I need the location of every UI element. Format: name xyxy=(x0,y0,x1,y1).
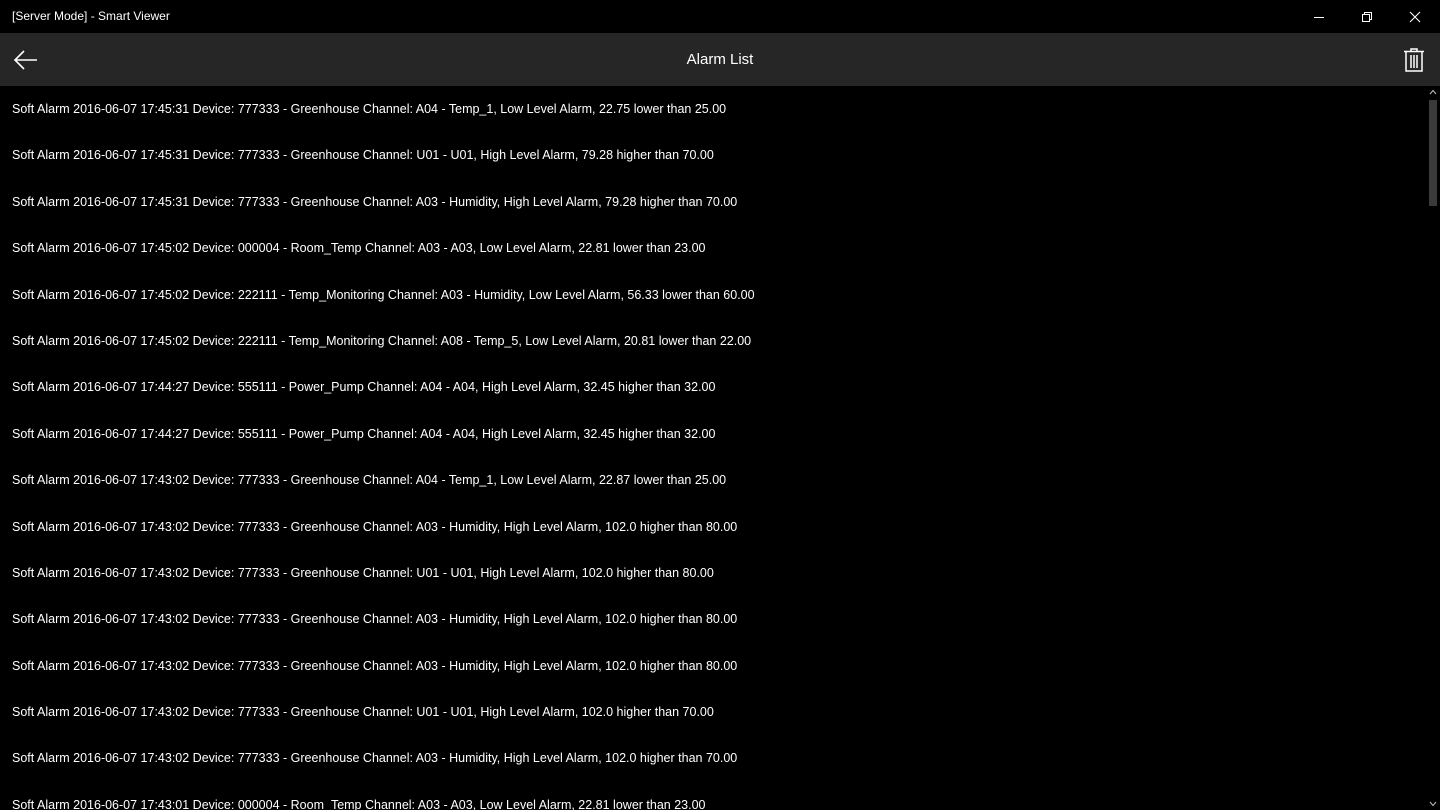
window-titlebar: [Server Mode] - Smart Viewer xyxy=(0,0,1440,33)
alarm-item[interactable]: Soft Alarm 2016-06-07 17:45:31 Device: 7… xyxy=(0,179,1426,225)
close-button[interactable] xyxy=(1391,0,1439,33)
close-icon xyxy=(1409,11,1421,22)
scrollbar-thumb[interactable] xyxy=(1429,100,1437,206)
alarm-item[interactable]: Soft Alarm 2016-06-07 17:45:02 Device: 2… xyxy=(0,272,1426,318)
delete-all-button[interactable] xyxy=(1392,39,1436,81)
app-header: Alarm List xyxy=(0,33,1440,86)
vertical-scrollbar[interactable] xyxy=(1426,86,1440,810)
alarm-item[interactable]: Soft Alarm 2016-06-07 17:43:01 Device: 0… xyxy=(0,782,1426,810)
alarm-item[interactable]: Soft Alarm 2016-06-07 17:44:27 Device: 5… xyxy=(0,364,1426,410)
alarm-list: Soft Alarm 2016-06-07 17:45:31 Device: 7… xyxy=(0,86,1426,810)
chevron-up-icon xyxy=(1429,89,1437,95)
scroll-up-button[interactable] xyxy=(1426,86,1440,98)
alarm-item[interactable]: Soft Alarm 2016-06-07 17:45:02 Device: 2… xyxy=(0,318,1426,364)
alarm-item[interactable]: Soft Alarm 2016-06-07 17:43:02 Device: 7… xyxy=(0,550,1426,596)
minimize-button[interactable] xyxy=(1295,0,1343,33)
window-title: [Server Mode] - Smart Viewer xyxy=(12,9,170,23)
alarm-item[interactable]: Soft Alarm 2016-06-07 17:43:02 Device: 7… xyxy=(0,504,1426,550)
restore-button[interactable] xyxy=(1343,0,1391,33)
alarm-item[interactable]: Soft Alarm 2016-06-07 17:45:02 Device: 0… xyxy=(0,225,1426,271)
alarm-item[interactable]: Soft Alarm 2016-06-07 17:45:31 Device: 7… xyxy=(0,86,1426,132)
scroll-down-button[interactable] xyxy=(1426,798,1440,810)
page-title: Alarm List xyxy=(686,51,754,68)
alarm-item[interactable]: Soft Alarm 2016-06-07 17:43:02 Device: 7… xyxy=(0,457,1426,503)
alarm-item[interactable]: Soft Alarm 2016-06-07 17:43:02 Device: 7… xyxy=(0,735,1426,781)
alarm-item[interactable]: Soft Alarm 2016-06-07 17:43:02 Device: 7… xyxy=(0,689,1426,735)
chevron-down-icon xyxy=(1429,801,1437,807)
alarm-item[interactable]: Soft Alarm 2016-06-07 17:43:02 Device: 7… xyxy=(0,643,1426,689)
alarm-item[interactable]: Soft Alarm 2016-06-07 17:44:27 Device: 5… xyxy=(0,411,1426,457)
restore-icon xyxy=(1362,11,1372,22)
minimize-icon xyxy=(1314,16,1324,18)
alarm-item[interactable]: Soft Alarm 2016-06-07 17:45:31 Device: 7… xyxy=(0,132,1426,178)
alarm-item[interactable]: Soft Alarm 2016-06-07 17:43:02 Device: 7… xyxy=(0,596,1426,642)
trash-icon xyxy=(1404,48,1424,72)
